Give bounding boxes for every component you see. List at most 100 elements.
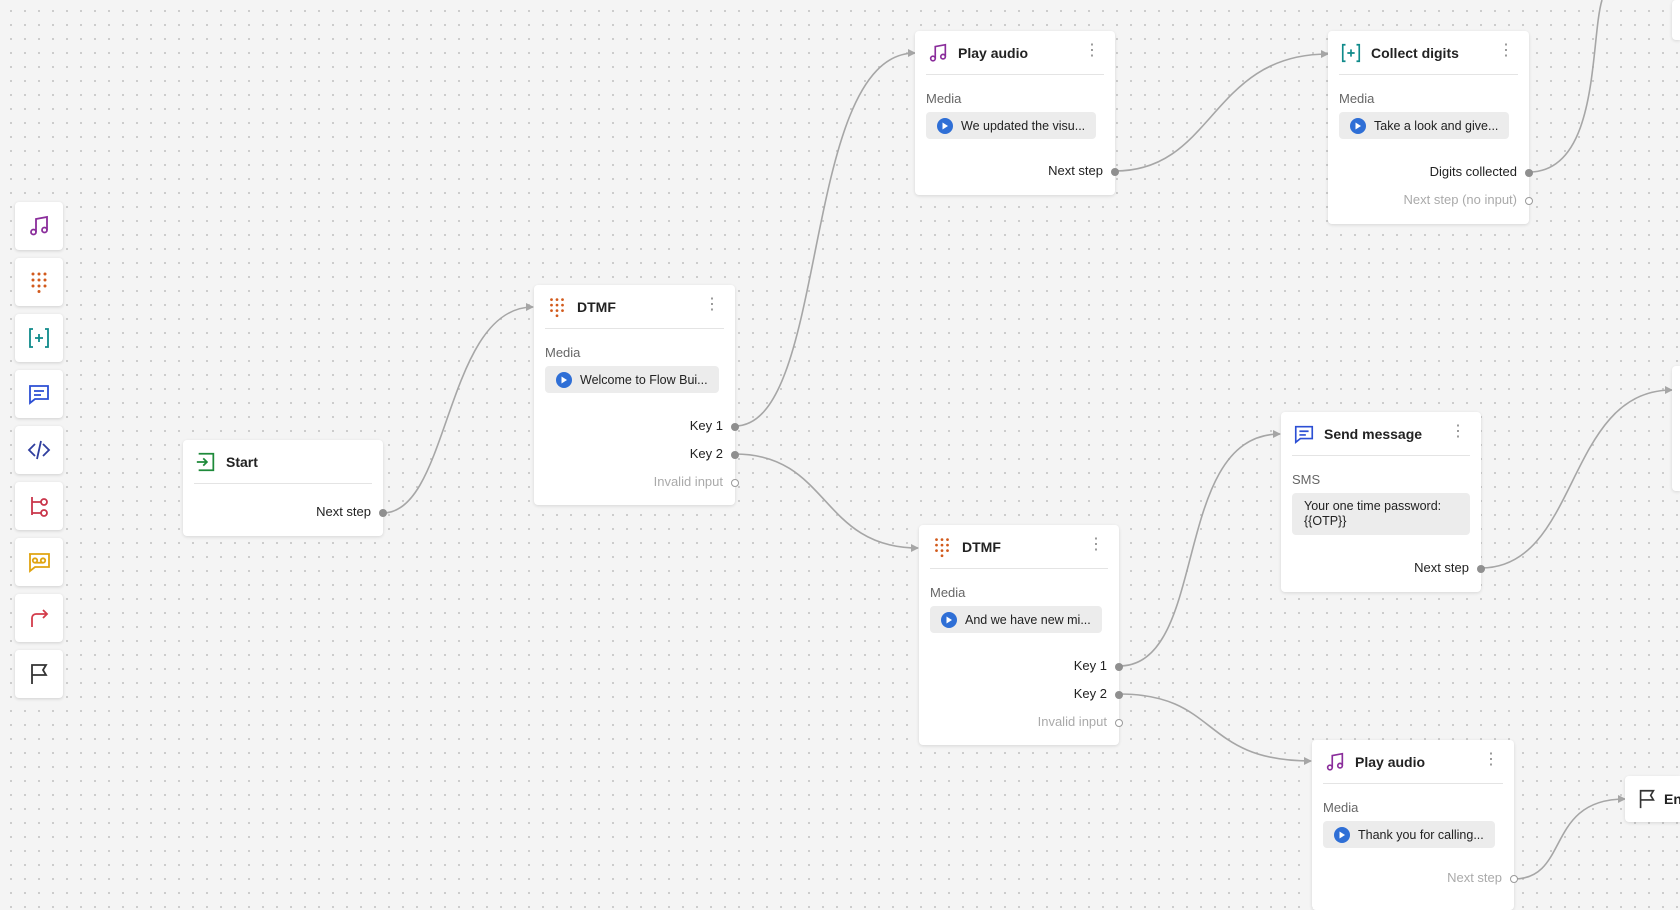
node-title: Play audio (958, 44, 1029, 61)
music-note-icon (30, 215, 48, 236)
node-toolbar (15, 202, 63, 706)
key-1-label: Key 1 (1073, 658, 1107, 673)
music-note-icon (926, 41, 950, 65)
media-label: Media (926, 91, 962, 106)
dialpad-icon (545, 295, 569, 319)
next-step-label: Next step (1048, 163, 1103, 178)
wire-dtmf1-key1-to-play1 (734, 49, 916, 427)
key-2-label: Key 2 (1073, 686, 1107, 701)
invalid-input-port[interactable] (1115, 719, 1123, 727)
branch-icon (31, 497, 48, 517)
enter-icon (194, 450, 218, 474)
node-play-audio-1[interactable]: Play audio ⋮ Media We updated the visu..… (915, 31, 1119, 195)
media-label: Media (930, 585, 966, 600)
output-port[interactable] (1477, 565, 1485, 573)
sms-text[interactable]: Your one time password: {{OTP}} (1292, 493, 1470, 535)
key-2-port[interactable] (1115, 691, 1123, 699)
node-title: Collect digits (1371, 44, 1459, 61)
message-icon (29, 385, 49, 405)
media-label: Media (1323, 800, 1359, 815)
play-icon (1334, 826, 1350, 843)
flag-icon (31, 664, 48, 684)
media-label: Media (545, 345, 581, 360)
voicemail-icon (29, 553, 50, 573)
node-offscreen-top-right[interactable] (1672, 0, 1680, 40)
tool-voicemail[interactable] (15, 538, 63, 586)
code-icon (27, 440, 51, 460)
media-label: Media (1339, 91, 1375, 106)
key-1-port[interactable] (731, 423, 739, 431)
node-title: DTMF (962, 538, 1001, 555)
tool-branch[interactable] (15, 482, 63, 530)
play-icon (941, 611, 957, 628)
node-play-audio-2[interactable]: Play audio ⋮ Media Thank you for calling… (1312, 740, 1518, 910)
dialpad-icon (31, 272, 47, 293)
next-step-label: Next step (316, 504, 371, 519)
wire-play2-to-end (1513, 795, 1626, 880)
more-options-icon[interactable]: ⋮ (1084, 533, 1108, 557)
media-chip[interactable]: Thank you for calling... (1323, 821, 1495, 848)
wire-dtmf2-key1-to-sms (1118, 430, 1281, 667)
more-options-icon[interactable]: ⋮ (1494, 39, 1518, 63)
digits-collected-port[interactable] (1525, 169, 1533, 177)
media-chip[interactable]: And we have new mi... (930, 606, 1102, 633)
no-input-label: Next step (no input) (1403, 192, 1517, 207)
media-name: We updated the visu... (961, 118, 1086, 133)
key-2-port[interactable] (731, 451, 739, 459)
forward-arrow-icon (31, 609, 49, 627)
wire-start-to-dtmf1 (382, 303, 534, 514)
message-icon (1292, 422, 1316, 446)
sms-label: SMS (1292, 472, 1321, 487)
more-options-icon[interactable]: ⋮ (1446, 420, 1470, 444)
node-offscreen-right[interactable] (1672, 366, 1680, 491)
collect-digits-icon (1339, 41, 1363, 65)
tool-end[interactable] (15, 650, 63, 698)
next-step-label: Next step (1447, 870, 1502, 885)
tool-play-audio[interactable] (15, 202, 63, 250)
play-icon (556, 371, 572, 388)
node-title: Play audio (1355, 753, 1426, 770)
key-2-label: Key 2 (689, 446, 723, 461)
node-title: DTMF (577, 298, 616, 315)
next-step-label: Next step (1414, 560, 1469, 575)
media-chip[interactable]: We updated the visu... (926, 112, 1097, 139)
more-options-icon[interactable]: ⋮ (700, 293, 724, 317)
dialpad-icon (930, 535, 954, 559)
output-port[interactable] (379, 509, 387, 517)
more-options-icon[interactable]: ⋮ (1080, 39, 1104, 63)
wire-play1-to-collect (1114, 50, 1329, 172)
node-dtmf-1[interactable]: DTMF ⋮ Media Welcome to Flow Bui... Key … (534, 285, 739, 505)
node-dtmf-2[interactable]: DTMF ⋮ Media And we have new mi... Key 1… (919, 525, 1123, 745)
key-1-port[interactable] (1115, 663, 1123, 671)
wire-dtmf1-key2-to-dtmf2 (734, 453, 919, 552)
output-port[interactable] (1510, 875, 1518, 883)
flag-icon (1636, 787, 1658, 811)
invalid-input-port[interactable] (731, 479, 739, 487)
node-title: Start (226, 453, 258, 470)
play-icon (1350, 117, 1366, 134)
media-name: And we have new mi... (965, 612, 1091, 627)
tool-forward[interactable] (15, 594, 63, 642)
tool-send-message[interactable] (15, 370, 63, 418)
media-name: Thank you for calling... (1358, 827, 1484, 842)
tool-collect-digits[interactable] (15, 314, 63, 362)
media-chip[interactable]: Take a look and give... (1339, 112, 1510, 139)
output-port[interactable] (1111, 168, 1119, 176)
node-title: En (1664, 791, 1680, 807)
collect-digits-icon (29, 328, 49, 348)
no-input-port[interactable] (1525, 197, 1533, 205)
node-send-message[interactable]: Send message ⋮ SMS Your one time passwor… (1281, 412, 1485, 592)
tool-dtmf[interactable] (15, 258, 63, 306)
media-name: Take a look and give... (1374, 118, 1499, 133)
node-collect-digits[interactable]: Collect digits ⋮ Media Take a look and g… (1328, 31, 1533, 224)
invalid-input-label: Invalid input (653, 474, 723, 489)
node-start[interactable]: Start Next step (183, 440, 387, 536)
media-chip[interactable]: Welcome to Flow Bui... (545, 366, 719, 393)
more-options-icon[interactable]: ⋮ (1479, 748, 1503, 772)
node-end[interactable]: En (1625, 776, 1680, 822)
music-note-icon (1323, 750, 1347, 774)
tool-code[interactable] (15, 426, 63, 474)
node-title: Send message (1324, 425, 1423, 442)
invalid-input-label: Invalid input (1037, 714, 1107, 729)
media-name: Welcome to Flow Bui... (580, 372, 708, 387)
